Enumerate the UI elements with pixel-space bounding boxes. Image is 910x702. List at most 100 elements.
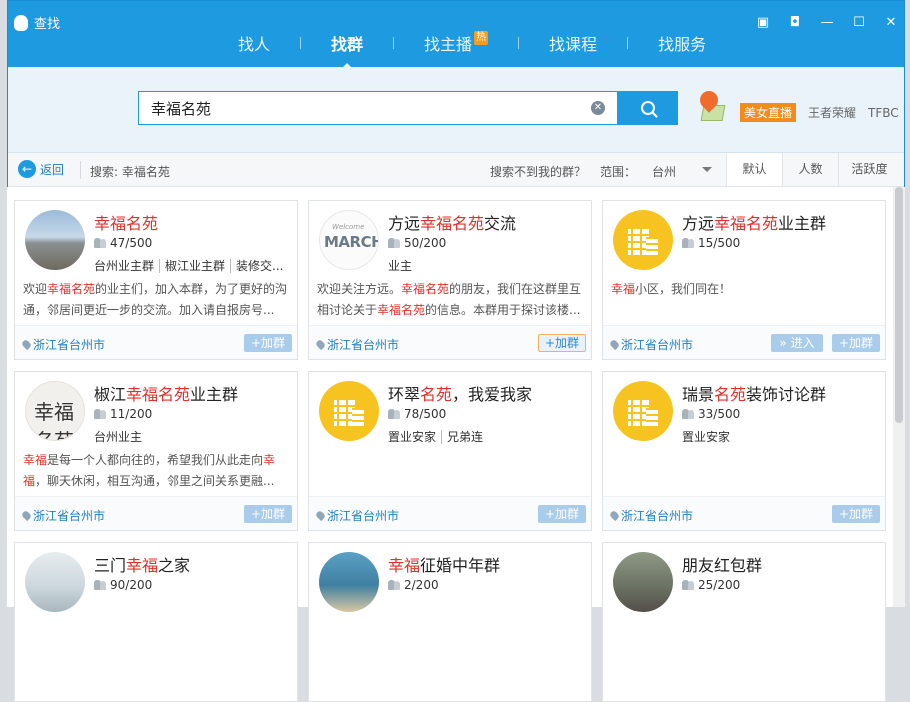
back-button[interactable]: ← 返回 [18, 160, 64, 178]
search-input[interactable] [139, 99, 591, 117]
group-card[interactable]: Welcome MARCH 方远幸福名苑交流 50/200 业主 欢迎关注方远。幸福名苑的… [308, 200, 592, 360]
people-icon [682, 580, 694, 590]
feedback-icon[interactable]: ▣ [756, 15, 770, 30]
group-title-text: 椒江 [94, 385, 127, 404]
group-title-highlight: 幸福名苑 [420, 214, 485, 233]
member-count: 50/200 [388, 236, 446, 250]
member-count: 33/500 [682, 407, 740, 421]
join-group-button[interactable]: +加群 [832, 334, 880, 352]
group-description: 幸福小区，我们同在！ [611, 279, 879, 321]
location-pin-icon [608, 509, 621, 522]
location-pin-icon [608, 338, 621, 351]
group-avatar[interactable] [25, 210, 85, 270]
map-location-icon[interactable] [696, 87, 726, 123]
minimize-icon[interactable]: — [820, 15, 834, 30]
group-avatar[interactable]: Welcome MARCH [319, 210, 379, 270]
group-card[interactable]: 幸福名苑 椒江幸福名苑业主群 11/200 台州业主 幸福是每一个人都向往的，希望我们从… [14, 371, 298, 531]
join-group-button[interactable]: +加群 [244, 505, 292, 523]
range-select[interactable]: 台州 [652, 163, 712, 180]
group-title[interactable]: 环翠名苑，我爱我家 [388, 381, 532, 405]
sort-tabs: 默认 人数 活跃度 [726, 153, 900, 187]
location[interactable]: 浙江省台州市 [608, 507, 693, 524]
group-card[interactable]: 瑞景名苑装饰讨论群 33/500 置业安家浙江省台州市 +加群 [602, 371, 886, 531]
member-count-text: 90/200 [110, 578, 153, 592]
description-text: 欢迎 [23, 282, 48, 296]
qq-penguin-icon [14, 14, 28, 31]
people-icon [682, 238, 694, 248]
group-title-text: 征婚中年群 [420, 556, 501, 575]
group-avatar[interactable] [613, 210, 673, 270]
maximize-icon[interactable]: ☐ [852, 15, 866, 30]
search-button[interactable] [618, 91, 678, 125]
location[interactable]: 浙江省台州市 [20, 336, 105, 353]
group-title[interactable]: 幸福名苑 [94, 210, 158, 234]
group-card[interactable]: 方远幸福名苑业主群 15/500 幸福小区，我们同在！ 浙江省台州市 » 进入 +加群 [602, 200, 886, 360]
group-tag: 置业安家 [388, 430, 443, 444]
group-title[interactable]: 三门幸福之家 [94, 552, 190, 576]
member-count-text: 33/500 [698, 407, 741, 421]
avatar-text: 幸福名苑 [34, 400, 74, 441]
group-avatar[interactable] [613, 381, 673, 441]
location-text: 浙江省台州市 [33, 509, 106, 523]
member-count-text: 78/500 [404, 407, 447, 421]
tab-find-people[interactable]: 找人 [208, 31, 300, 55]
group-title[interactable]: 幸福征婚中年群 [388, 552, 500, 576]
group-avatar[interactable] [613, 552, 673, 612]
scrollbar[interactable] [893, 187, 905, 607]
group-avatar[interactable] [319, 381, 379, 441]
sort-members[interactable]: 人数 [782, 153, 838, 186]
group-title-highlight: 幸福名苑 [126, 385, 191, 404]
sort-default[interactable]: 默认 [726, 153, 782, 186]
location[interactable]: 浙江省台州市 [314, 507, 399, 524]
tab-find-course[interactable]: 找课程 [519, 31, 627, 55]
group-title[interactable]: 瑞景名苑装饰讨论群 [682, 381, 826, 405]
join-group-button[interactable]: +加群 [538, 334, 586, 352]
location[interactable]: 浙江省台州市 [20, 507, 106, 524]
group-title-text: 方远 [388, 214, 421, 233]
group-title-text: ，我爱我家 [452, 385, 533, 404]
group-card[interactable]: 幸福名苑 47/500 台州业主群 椒江业主群 装修交... 欢迎幸福名苑的业主们，加入本… [14, 200, 298, 360]
tab-find-streamer[interactable]: 找主播热 [394, 31, 518, 55]
group-card[interactable]: 幸福征婚中年群 2/200 [308, 542, 592, 702]
join-group-button[interactable]: +加群 [244, 334, 292, 352]
chevron-down-icon [702, 167, 712, 172]
group-avatar[interactable] [319, 552, 379, 612]
enter-group-button[interactable]: » 进入 [771, 334, 823, 352]
group-title[interactable]: 椒江幸福名苑业主群 [94, 381, 238, 405]
window-title: 查找 [34, 17, 61, 32]
location[interactable]: 浙江省台州市 [608, 336, 693, 353]
results-grid: 幸福名苑 47/500 台州业主群 椒江业主群 装修交... 欢迎幸福名苑的业主们，加入本… [7, 187, 893, 702]
description-text: 是每一个人都向往的，希望我们从此走向 [47, 453, 264, 467]
group-card[interactable]: 朋友红包群 25/200 [602, 542, 886, 702]
close-icon[interactable]: ✕ [884, 15, 898, 30]
clear-icon[interactable]: ✕ [591, 101, 605, 115]
join-group-button[interactable]: +加群 [832, 505, 880, 523]
group-title[interactable]: 朋友红包群 [682, 552, 762, 576]
group-title-text: 三门 [94, 556, 127, 575]
cant-find-link[interactable]: 搜索不到我的群？ [490, 163, 586, 180]
group-card[interactable]: 三门幸福之家 90/200 [14, 542, 298, 702]
group-tag: 台州业主 [94, 430, 143, 444]
live-badge-link[interactable]: 美女直播 [740, 103, 797, 122]
group-card[interactable]: 环翠名苑，我爱我家 78/500 置业安家 兄弟连 浙江省台州市 +加群 [308, 371, 592, 531]
description-text: 的信息。本群用于探讨该楼... [425, 303, 581, 317]
group-title[interactable]: 方远幸福名苑业主群 [682, 210, 826, 234]
tab-find-service[interactable]: 找服务 [628, 31, 736, 55]
group-avatar[interactable]: 幸福名苑 [25, 381, 85, 441]
group-title-text: 装饰讨论群 [746, 385, 827, 404]
building-icon [334, 394, 364, 428]
join-group-button[interactable]: +加群 [538, 505, 586, 523]
group-avatar[interactable] [25, 552, 85, 612]
sort-activity[interactable]: 活跃度 [838, 153, 900, 186]
member-count: 25/200 [682, 578, 740, 592]
hot-link-tfbc[interactable]: TFBC [868, 106, 899, 120]
location[interactable]: 浙江省台州市 [314, 336, 399, 353]
group-title[interactable]: 方远幸福名苑交流 [388, 210, 516, 234]
hot-link-wzry[interactable]: 王者荣耀 [808, 104, 856, 121]
scrollbar-thumb[interactable] [895, 187, 903, 423]
tab-find-group[interactable]: 找群 [301, 31, 393, 69]
skin-icon[interactable]: ◘ [788, 15, 802, 30]
group-tags: 台州业主 [94, 428, 294, 445]
group-tags: 置业安家 [682, 428, 882, 445]
search-icon [641, 101, 655, 115]
